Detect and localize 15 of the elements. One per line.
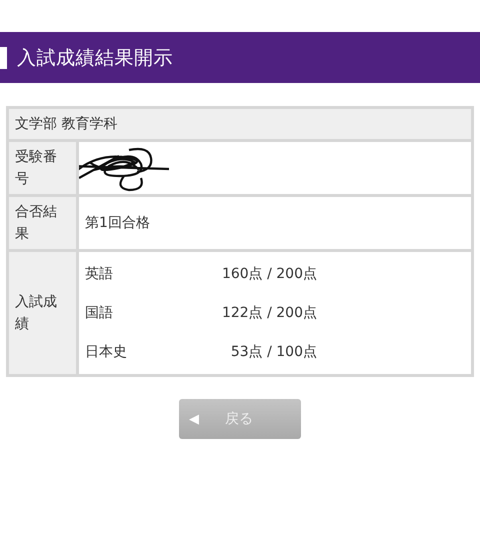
page-title: 入試成績結果開示 [17,46,173,70]
score-value: 122点 / 200点 [220,304,317,322]
score-value: 53点 / 100点 [230,343,317,361]
row-label: 入試成績 [8,250,78,376]
result-cell: 第1回合格 [78,196,472,250]
department-cell: 文学部 教育学科 [8,108,472,140]
left-triangle-icon: ◀ [189,412,199,426]
title-marker-icon [0,46,7,68]
subject-name: 国語 [85,304,114,322]
row-label: 受験番号 [8,140,78,196]
row-label: 合否結果 [8,196,78,250]
subject-name: 日本史 [85,343,128,361]
score-value: 160点 / 200点 [220,265,317,283]
subject-name: 英語 [85,265,114,283]
back-button[interactable]: ◀ 戻る [179,399,301,439]
